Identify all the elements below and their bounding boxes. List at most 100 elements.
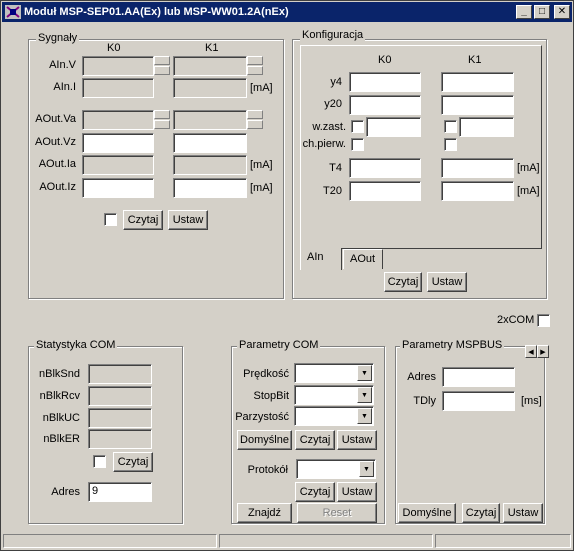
- minimize-icon[interactable]: _: [516, 5, 532, 19]
- konfiguracja-read-button[interactable]: Czytaj: [384, 272, 422, 292]
- wzast-k0-checkbox[interactable]: [351, 120, 364, 133]
- parzystosc-select[interactable]: ▼: [294, 406, 374, 426]
- nblkrcv-field: [88, 386, 152, 406]
- ain-i-k1-field: [173, 78, 247, 98]
- wzast-k1-field[interactable]: [459, 117, 514, 137]
- title-bar[interactable]: Moduł MSP-SEP01.AA(Ex) lub MSP-WW01.2A(n…: [2, 2, 572, 22]
- mspbus-adres-label: Adres: [407, 371, 436, 383]
- aout-va-k1-field: [173, 110, 247, 130]
- find-button[interactable]: Znajdź: [237, 503, 292, 523]
- chevron-down-icon[interactable]: ▼: [357, 408, 372, 424]
- arrow-left-icon[interactable]: ◀: [525, 345, 537, 358]
- aout-va-k0-field: [82, 110, 154, 130]
- status-panel: [435, 534, 571, 548]
- ain-i-k0-field: [82, 78, 154, 98]
- reset-button: Reset: [297, 503, 377, 523]
- chpierw-label: ch.pierw.: [302, 138, 346, 150]
- t4-k1-field[interactable]: [441, 158, 514, 178]
- nblkuc-label: nBlkUC: [42, 412, 80, 424]
- aout-va-k1-spin[interactable]: [247, 110, 263, 129]
- window-title: Moduł MSP-SEP01.AA(Ex) lub MSP-WW01.2A(n…: [24, 6, 289, 18]
- nblkuc-field: [88, 408, 152, 428]
- t20-label: T20: [323, 185, 342, 197]
- ain-v-k0-spin[interactable]: [154, 56, 170, 75]
- predkosc-select[interactable]: ▼: [294, 363, 374, 383]
- ain-v-k1-field: [173, 56, 247, 76]
- close-glyph: ✕: [557, 6, 567, 17]
- app-icon: [5, 5, 21, 19]
- chpierw-k0-checkbox[interactable]: [351, 138, 364, 151]
- wzast-k1-checkbox[interactable]: [444, 120, 457, 133]
- nblksnd-label: nBlkSnd: [39, 368, 80, 380]
- statystyka-adres-input[interactable]: 9: [88, 482, 152, 502]
- sygnaly-row-label: AOut.Vz: [35, 136, 76, 148]
- maximize-icon[interactable]: □: [534, 5, 550, 19]
- aout-vz-k1-field[interactable]: [173, 133, 247, 153]
- sygnaly-set-button[interactable]: Ustaw: [168, 210, 208, 230]
- wzast-k0-field[interactable]: [366, 117, 421, 137]
- aout-vz-k0-field[interactable]: [82, 133, 154, 153]
- mspbus-read-button[interactable]: Czytaj: [462, 503, 500, 523]
- t4-unit: [mA]: [517, 162, 540, 174]
- aout-va-k0-spin[interactable]: [154, 110, 170, 129]
- t4-k0-field[interactable]: [349, 158, 421, 178]
- sygnaly-col-k0: K0: [107, 42, 121, 54]
- konfiguracja-set-button[interactable]: Ustaw: [427, 272, 467, 292]
- sygnaly-row-label: AOut.Va: [35, 113, 76, 125]
- y4-k0-field[interactable]: [349, 72, 421, 92]
- protokol-label: Protokół: [247, 464, 288, 476]
- statystyka-checkbox[interactable]: [93, 455, 106, 468]
- protokol-select[interactable]: ▼: [296, 459, 376, 479]
- nblker-field: [88, 429, 152, 449]
- aout-iz-k1-field[interactable]: [173, 178, 247, 198]
- y20-k0-field[interactable]: [349, 95, 421, 115]
- t20-k0-field[interactable]: [349, 181, 421, 201]
- y20-label: y20: [324, 98, 342, 110]
- ain-i-unit: [mA]: [250, 82, 273, 94]
- maximize-glyph: □: [538, 6, 546, 17]
- close-icon[interactable]: ✕: [554, 5, 570, 19]
- tdly-input[interactable]: [442, 391, 515, 411]
- status-bar: [3, 534, 571, 548]
- parametry-mspbus-title: Parametry MSPBUS: [400, 339, 505, 351]
- tab-ain[interactable]: AIn: [300, 248, 342, 270]
- t20-k1-field[interactable]: [441, 181, 514, 201]
- twocom-checkbox[interactable]: [537, 314, 550, 327]
- parametry-com-default-button[interactable]: Domyślne: [237, 430, 292, 450]
- parametry-com-set-button[interactable]: Ustaw: [337, 430, 377, 450]
- sygnaly-read-button[interactable]: Czytaj: [123, 210, 163, 230]
- konfiguracja-col-k1: K1: [468, 54, 482, 66]
- ain-v-k1-spin[interactable]: [247, 56, 263, 75]
- chevron-down-icon[interactable]: ▼: [357, 365, 372, 381]
- statystyka-read-button[interactable]: Czytaj: [113, 452, 153, 472]
- sygnaly-row-label: AOut.Ia: [38, 158, 76, 170]
- parametry-com-set-button-2[interactable]: Ustaw: [337, 482, 377, 502]
- tdly-unit: [ms]: [521, 395, 542, 407]
- mspbus-adres-input[interactable]: [442, 367, 515, 387]
- mspbus-set-button[interactable]: Ustaw: [503, 503, 543, 523]
- twocom-label: 2xCOM: [497, 314, 535, 326]
- status-panel: [3, 534, 217, 548]
- parzystosc-label: Parzystość: [235, 411, 289, 423]
- arrow-right-icon[interactable]: ▶: [537, 345, 549, 358]
- aout-ia-k1-field: [173, 155, 247, 175]
- chevron-down-icon[interactable]: ▼: [357, 387, 372, 403]
- chevron-down-icon[interactable]: ▼: [359, 461, 374, 477]
- y4-k1-field[interactable]: [441, 72, 514, 92]
- sygnaly-row-label: AIn.I: [53, 81, 76, 93]
- main-window: Moduł MSP-SEP01.AA(Ex) lub MSP-WW01.2A(n…: [0, 0, 574, 551]
- t4-label: T4: [329, 162, 342, 174]
- t20-unit: [mA]: [517, 185, 540, 197]
- stopbit-select[interactable]: ▼: [294, 385, 374, 405]
- aout-iz-k0-field[interactable]: [82, 178, 154, 198]
- statystyka-adres-label: Adres: [51, 486, 80, 498]
- tab-aout[interactable]: AOut: [343, 249, 383, 269]
- y20-k1-field[interactable]: [441, 95, 514, 115]
- mspbus-default-button[interactable]: Domyślne: [398, 503, 456, 523]
- parametry-com-read-button-2[interactable]: Czytaj: [295, 482, 335, 502]
- status-panel: [219, 534, 433, 548]
- sygnaly-row-label: AIn.V: [49, 59, 76, 71]
- parametry-com-read-button[interactable]: Czytaj: [295, 430, 335, 450]
- sygnaly-checkbox[interactable]: [104, 213, 117, 226]
- chpierw-k1-checkbox[interactable]: [444, 138, 457, 151]
